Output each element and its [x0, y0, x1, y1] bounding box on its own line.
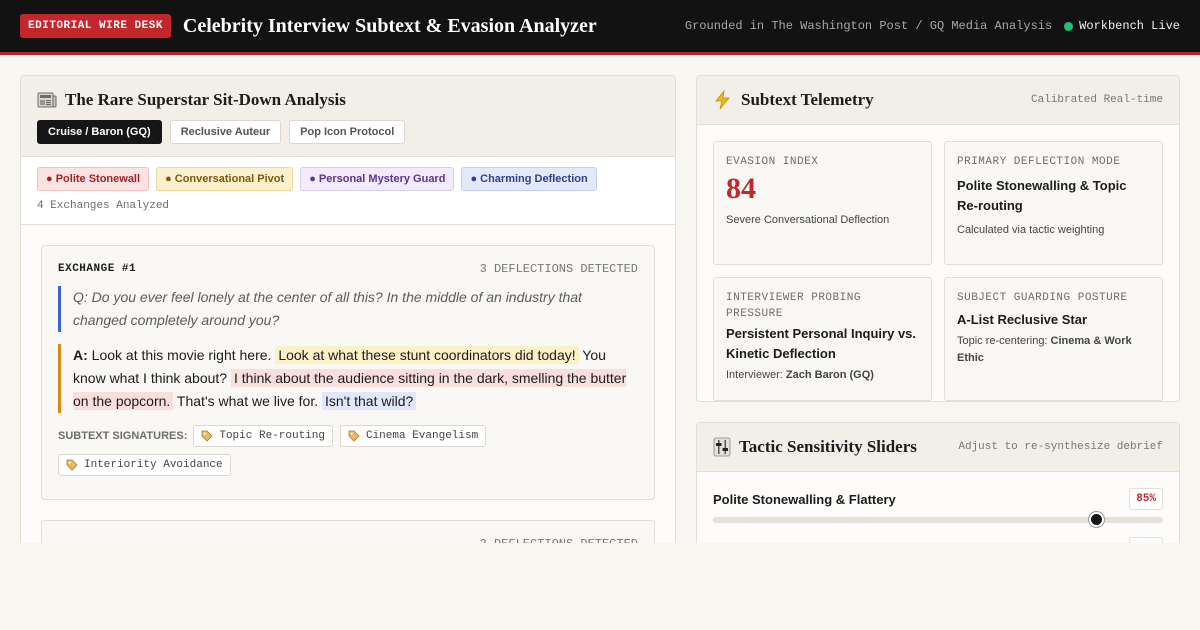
topic-recentering: Topic re-centering: Cinema & Work Ethic: [957, 333, 1150, 367]
evasion-index-card: EVASION INDEX 84 Severe Conversational D…: [713, 141, 932, 265]
exchange-list[interactable]: EXCHANGE #1 3 DEFLECTIONS DETECTED Q: Do…: [21, 225, 675, 574]
header-status: Grounded in The Washington Post / GQ Med…: [685, 19, 1180, 33]
sliders-title: Tactic Sensitivity Sliders: [739, 437, 917, 456]
slider-fill: [713, 517, 1096, 523]
guarding-posture-value: A-List Reclusive Star: [957, 312, 1088, 327]
page-background: [0, 543, 1200, 630]
signature-text: Cinema Evangelism: [365, 430, 479, 442]
sliders-header: Tactic Sensitivity Sliders Adjust to re-…: [697, 423, 1179, 472]
tab-pop-icon-protocol[interactable]: Pop Icon Protocol: [289, 120, 406, 144]
interview-analysis-panel: The Rare Superstar Sit-Down Analysis Cru…: [20, 75, 676, 575]
answer-prefix: A:: [73, 347, 88, 363]
sliders-note: Adjust to re-synthesize debrief: [958, 441, 1163, 453]
answer-text: Look at this movie right here.: [87, 347, 276, 363]
desk-badge: EDITORIAL WIRE DESK: [20, 14, 171, 38]
interviewer-credit: Interviewer: Zach Baron (GQ): [726, 367, 919, 384]
exchange-card: EXCHANGE #1 3 DEFLECTIONS DETECTED Q: Do…: [41, 245, 655, 500]
tag-icon: [348, 430, 360, 442]
interview-answer: A: Look at this movie right here. Look a…: [58, 344, 638, 413]
live-label: Workbench Live: [1079, 19, 1180, 33]
recentering-prefix: Topic re-centering:: [957, 335, 1051, 347]
telemetry-note: Calibrated Real-time: [1030, 94, 1163, 106]
panel-header: The Rare Superstar Sit-Down Analysis Cru…: [21, 76, 675, 157]
chip-personal-mystery-guard[interactable]: ● Personal Mystery Guard: [300, 167, 455, 191]
highlight-pivot[interactable]: Look at what these stunt coordinators di…: [275, 346, 579, 364]
signature-text: Topic Re-routing: [219, 430, 325, 442]
tag-icon: [66, 459, 78, 471]
live-indicator: Workbench Live: [1064, 19, 1180, 33]
telemetry-title: Subtext Telemetry: [741, 90, 874, 109]
evasion-index-label: EVASION INDEX: [726, 156, 819, 168]
signatures-label: SUBTEXT SIGNATURES:: [58, 430, 188, 442]
signature-text: Interiority Avoidance: [84, 459, 223, 471]
probing-pressure-label: INTERVIEWER PROBING PRESSURE: [726, 292, 861, 320]
deflection-mode-card: PRIMARY DEFLECTION MODE Polite Stonewall…: [944, 141, 1163, 265]
deflection-mode-label: PRIMARY DEFLECTION MODE: [957, 156, 1121, 168]
telemetry-header: Subtext Telemetry Calibrated Real-time: [697, 76, 1179, 125]
subtext-signatures: SUBTEXT SIGNATURES: Topic Re-routing Cin…: [58, 425, 638, 483]
slider-thumb[interactable]: [1088, 512, 1104, 527]
signature-tag[interactable]: Cinema Evangelism: [339, 425, 487, 447]
signature-tag[interactable]: Interiority Avoidance: [58, 454, 231, 476]
signature-tag[interactable]: Topic Re-routing: [193, 425, 333, 447]
deflection-mode-description: Calculated via tactic weighting: [957, 224, 1105, 236]
interviewer-name: Zach Baron (GQ): [785, 369, 874, 381]
evasion-index-value: 84: [726, 172, 756, 205]
interviewer-prefix: Interviewer:: [726, 369, 786, 381]
lightning-bolt-icon: [715, 90, 730, 110]
highlight-charming[interactable]: Isn't that wild?: [322, 392, 417, 410]
slider-label: Polite Stonewalling & Flattery: [713, 491, 896, 507]
chip-charming-deflection[interactable]: ● Charming Deflection: [461, 167, 597, 191]
exchange-label: EXCHANGE #1: [58, 263, 137, 275]
tag-icon: [201, 430, 213, 442]
answer-text: That's what we live for.: [173, 393, 322, 409]
top-header: EDITORIAL WIRE DESK Celebrity Interview …: [0, 0, 1200, 55]
status-dot-icon: [1064, 21, 1074, 31]
tab-cruise-baron[interactable]: Cruise / Baron (GQ): [37, 120, 162, 144]
guarding-posture-label: SUBJECT GUARDING POSTURE: [957, 292, 1128, 304]
slider-track[interactable]: [713, 512, 1163, 527]
grounding-source: Grounded in The Washington Post / GQ Med…: [684, 19, 1053, 33]
sliders-icon: [713, 437, 731, 457]
chip-conversational-pivot[interactable]: ● Conversational Pivot: [156, 167, 294, 191]
chip-polite-stonewall[interactable]: ● Polite Stonewall: [37, 167, 150, 191]
evasion-index-description: Severe Conversational Deflection: [726, 214, 890, 226]
panel-title: The Rare Superstar Sit-Down Analysis: [65, 90, 346, 109]
deflection-count: 3 DEFLECTIONS DETECTED: [479, 262, 638, 276]
interview-question: Q: Do you ever feel lonely at the center…: [58, 286, 638, 332]
tab-reclusive-auteur[interactable]: Reclusive Auteur: [169, 120, 282, 144]
probing-pressure-value: Persistent Personal Inquiry vs. Kinetic …: [726, 326, 917, 361]
subtext-telemetry-panel: Subtext Telemetry Calibrated Real-time E…: [696, 75, 1180, 402]
deflection-mode-value: Polite Stonewalling & Topic Re-routing: [957, 178, 1127, 213]
slider-row: Polite Stonewalling & Flattery 85%: [713, 488, 1163, 527]
probing-pressure-card: INTERVIEWER PROBING PRESSURE Persistent …: [713, 277, 932, 401]
newspaper-icon: [37, 92, 57, 108]
slider-value: 85%: [1129, 488, 1163, 510]
app-title: Celebrity Interview Subtext & Evasion An…: [182, 14, 597, 37]
tactic-filters: ● Polite Stonewall ● Conversational Pivo…: [21, 157, 675, 225]
profile-tabs: Cruise / Baron (GQ) Reclusive Auteur Pop…: [37, 120, 659, 144]
guarding-posture-card: SUBJECT GUARDING POSTURE A-List Reclusiv…: [944, 277, 1163, 401]
exchanges-count: 4 Exchanges Analyzed: [37, 200, 170, 212]
